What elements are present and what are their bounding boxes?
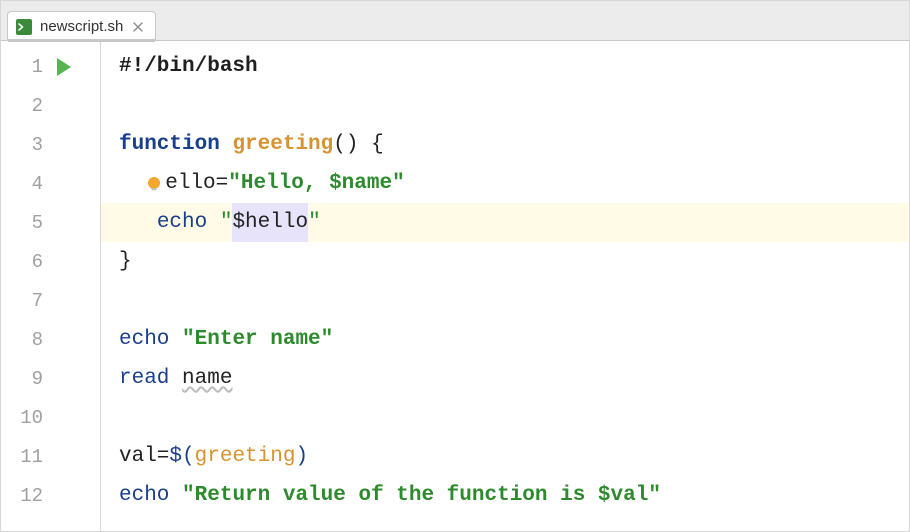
token-string: " — [182, 476, 195, 515]
gutter-row[interactable]: 11 — [1, 437, 100, 476]
code-line[interactable]: } — [101, 242, 909, 281]
gutter-row[interactable]: 9 — [1, 359, 100, 398]
token-shabang: #!/bin/bash — [119, 47, 258, 86]
tab-newscript[interactable]: newscript.sh — [7, 11, 156, 41]
tab-bar: newscript.sh — [1, 1, 909, 41]
gutter-row[interactable]: 3 — [1, 125, 100, 164]
line-number: 12 — [11, 485, 43, 507]
token-funcname: greeting — [195, 437, 296, 476]
code-line[interactable]: function greeting() { — [101, 125, 909, 164]
code-line[interactable]: echo "Enter name" — [101, 320, 909, 359]
lightbulb-icon[interactable] — [144, 174, 164, 194]
token-punct: } — [119, 242, 132, 281]
token-cmdsub: $( — [169, 437, 194, 476]
gutter-row[interactable]: 8 — [1, 320, 100, 359]
token-var-in-string: $name — [329, 164, 392, 203]
token-string: " — [392, 164, 405, 203]
code-line[interactable]: ello="Hello, $name" — [101, 164, 909, 203]
token-builtin: read — [119, 359, 169, 398]
token-builtin: echo — [119, 320, 169, 359]
line-number: 1 — [11, 56, 43, 78]
gutter-row[interactable]: 7 — [1, 281, 100, 320]
line-number: 9 — [11, 368, 43, 390]
line-number: 2 — [11, 95, 43, 117]
token-builtin: echo — [157, 203, 207, 242]
gutter-row[interactable]: 12 — [1, 476, 100, 515]
code-line[interactable]: read name — [101, 359, 909, 398]
line-number: 4 — [11, 173, 43, 195]
token-string: " — [308, 203, 321, 242]
indent — [119, 164, 144, 203]
token-cmdsub: ) — [295, 437, 308, 476]
gutter-row[interactable]: 5 — [1, 203, 100, 242]
tab-filename: newscript.sh — [40, 18, 123, 35]
code-line[interactable] — [101, 398, 909, 437]
token-punct: ) — [346, 125, 359, 164]
line-number: 10 — [11, 407, 43, 429]
code-area[interactable]: #!/bin/bash function greeting() { ello="… — [101, 41, 909, 531]
token-keyword: function — [119, 125, 220, 164]
code-line[interactable]: #!/bin/bash — [101, 47, 909, 86]
gutter-row[interactable]: 2 — [1, 86, 100, 125]
token-punct: { — [358, 125, 383, 164]
code-line[interactable] — [101, 281, 909, 320]
gutter-row[interactable]: 10 — [1, 398, 100, 437]
line-number: 11 — [11, 446, 43, 468]
close-icon[interactable] — [131, 20, 145, 34]
shell-file-icon — [16, 19, 32, 35]
gutter-row[interactable]: 1 — [1, 47, 100, 86]
run-icon[interactable] — [57, 58, 71, 76]
token-funcname: greeting — [232, 125, 333, 164]
token-string: Hello, — [241, 164, 329, 203]
token-punct: ( — [333, 125, 346, 164]
token-string: "Enter name" — [182, 320, 333, 359]
line-number: 7 — [11, 290, 43, 312]
token-variable: $hello — [232, 203, 308, 242]
token-lhs: val= — [119, 437, 169, 476]
code-line[interactable]: echo "$hello" — [101, 203, 909, 242]
token-lhs: ello= — [165, 164, 228, 203]
gutter-row[interactable]: 6 — [1, 242, 100, 281]
line-number: 6 — [11, 251, 43, 273]
code-line[interactable]: val=$(greeting) — [101, 437, 909, 476]
token-string: " — [228, 164, 241, 203]
gutter-row[interactable]: 4 — [1, 164, 100, 203]
token-builtin: echo — [119, 476, 169, 515]
token-string: Return value of the function is — [195, 476, 598, 515]
code-line[interactable]: echo "Return value of the function is $v… — [101, 476, 909, 515]
token-identifier: name — [182, 359, 232, 398]
editor-body: 1 2 3 4 5 6 7 8 9 10 11 12 #!/bin/bash f… — [1, 41, 909, 531]
gutter: 1 2 3 4 5 6 7 8 9 10 11 12 — [1, 41, 101, 531]
code-line[interactable] — [101, 86, 909, 125]
line-number: 5 — [11, 212, 43, 234]
editor-root: newscript.sh 1 2 3 4 5 6 7 8 9 10 11 — [0, 0, 910, 532]
indent — [119, 203, 157, 242]
token-var-in-string: $val — [598, 476, 648, 515]
line-number: 8 — [11, 329, 43, 351]
token-string: " — [648, 476, 661, 515]
line-number: 3 — [11, 134, 43, 156]
token-string: " — [220, 203, 233, 242]
